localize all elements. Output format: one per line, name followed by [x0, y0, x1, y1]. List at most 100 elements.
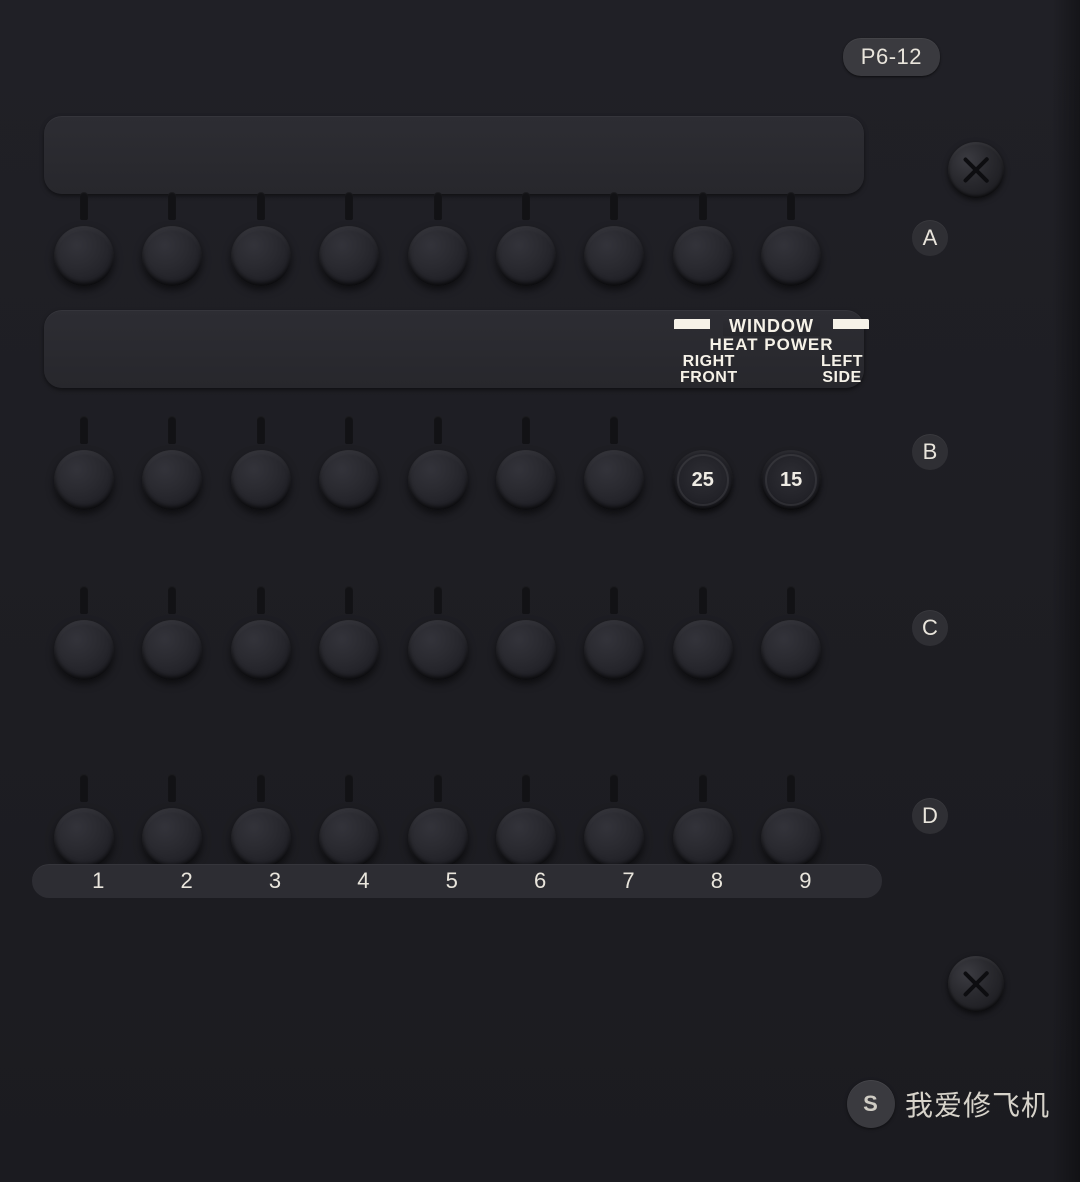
watermark-text: 我爱修飞机 — [905, 1084, 1050, 1124]
breaker-stem — [522, 416, 530, 444]
breaker-cap — [142, 620, 202, 680]
bracket-icon — [674, 316, 869, 330]
breaker-stem — [699, 586, 707, 614]
col-number-3: 3 — [231, 868, 319, 894]
breaker-cap — [319, 620, 379, 680]
screw-top-right — [948, 142, 1004, 198]
breaker-cap — [54, 226, 114, 286]
row-C-knobs — [44, 580, 864, 680]
breaker-stem — [434, 192, 442, 220]
breaker-stem — [257, 192, 265, 220]
breaker-stem — [610, 416, 618, 444]
row-B-knobs: 25 15 — [44, 410, 864, 510]
breaker-panel: P6-12 A WINDOW HEAT POWER RIGHT — [0, 0, 1080, 1182]
breaker-stem — [522, 586, 530, 614]
breaker-B-5[interactable] — [408, 410, 468, 510]
breaker-stem — [80, 586, 88, 614]
breaker-A-4[interactable] — [319, 186, 379, 286]
breaker-cap — [408, 450, 468, 510]
breaker-C-1[interactable] — [54, 580, 114, 680]
col-number-4: 4 — [319, 868, 407, 894]
breaker-D-6[interactable] — [496, 768, 556, 868]
col-number-5: 5 — [408, 868, 496, 894]
column-number-bar: 123456789 — [32, 864, 882, 898]
breaker-A-1[interactable] — [54, 186, 114, 286]
breaker-cap — [496, 620, 556, 680]
breaker-A-8[interactable] — [673, 186, 733, 286]
col-number-1: 1 — [54, 868, 142, 894]
breaker-stem — [699, 774, 707, 802]
breaker-D-3[interactable] — [231, 768, 291, 868]
breaker-C-9[interactable] — [761, 580, 821, 680]
breaker-B-1[interactable] — [54, 410, 114, 510]
breaker-D-4[interactable] — [319, 768, 379, 868]
col-number-2: 2 — [142, 868, 230, 894]
breaker-cap — [496, 226, 556, 286]
breaker-cap — [761, 226, 821, 286]
breaker-B-4[interactable] — [319, 410, 379, 510]
breaker-cap — [231, 226, 291, 286]
breaker-cap — [584, 808, 644, 868]
breaker-C-3[interactable] — [231, 580, 291, 680]
col-number-8: 8 — [673, 868, 761, 894]
fuse-value: 25 — [673, 450, 733, 510]
breaker-B-9[interactable]: 15 — [761, 410, 821, 510]
breaker-A-2[interactable] — [142, 186, 202, 286]
watermark-icon: S — [847, 1080, 895, 1128]
breaker-stem — [345, 416, 353, 444]
breaker-C-8[interactable] — [673, 580, 733, 680]
breaker-cap — [673, 226, 733, 286]
breaker-B-3[interactable] — [231, 410, 291, 510]
breaker-cap — [319, 226, 379, 286]
breaker-B-8[interactable]: 25 — [673, 410, 733, 510]
breaker-stem — [522, 774, 530, 802]
breaker-A-3[interactable] — [231, 186, 291, 286]
breaker-B-2[interactable] — [142, 410, 202, 510]
breaker-cap — [408, 620, 468, 680]
breaker-C-4[interactable] — [319, 580, 379, 680]
breaker-stem — [345, 192, 353, 220]
breaker-C-2[interactable] — [142, 580, 202, 680]
edge-shadow — [1052, 0, 1080, 1182]
breaker-B-7[interactable] — [584, 410, 644, 510]
breaker-D-8[interactable] — [673, 768, 733, 868]
breaker-stem — [80, 774, 88, 802]
breaker-A-7[interactable] — [584, 186, 644, 286]
breaker-stem — [257, 774, 265, 802]
breaker-A-6[interactable] — [496, 186, 556, 286]
breaker-grid: A WINDOW HEAT POWER RIGHT FRONT — [44, 116, 864, 868]
breaker-C-5[interactable] — [408, 580, 468, 680]
breaker-D-5[interactable] — [408, 768, 468, 868]
window-heat-col-1: RIGHT FRONT — [680, 354, 738, 386]
breaker-A-9[interactable] — [761, 186, 821, 286]
breaker-stem — [80, 192, 88, 220]
row-D-letter: D — [912, 798, 948, 834]
breaker-A-5[interactable] — [408, 186, 468, 286]
breaker-cap — [54, 450, 114, 510]
breaker-D-9[interactable] — [761, 768, 821, 868]
breaker-D-7[interactable] — [584, 768, 644, 868]
breaker-D-1[interactable] — [54, 768, 114, 868]
breaker-stem — [787, 774, 795, 802]
breaker-B-6[interactable] — [496, 410, 556, 510]
col-number-6: 6 — [496, 868, 584, 894]
breaker-cap — [408, 808, 468, 868]
watermark: S 我爱修飞机 — [847, 1080, 1050, 1128]
breaker-stem — [80, 416, 88, 444]
breaker-cap — [231, 620, 291, 680]
breaker-D-2[interactable] — [142, 768, 202, 868]
breaker-stem — [434, 416, 442, 444]
breaker-stem — [434, 774, 442, 802]
row-A-knobs — [44, 186, 864, 286]
fuse-value: 15 — [761, 450, 821, 510]
breaker-stem — [345, 774, 353, 802]
row-C: C — [44, 540, 864, 680]
breaker-stem — [168, 774, 176, 802]
breaker-stem — [345, 586, 353, 614]
row-A-letter: A — [912, 220, 948, 256]
breaker-cap — [584, 620, 644, 680]
breaker-C-7[interactable] — [584, 580, 644, 680]
breaker-C-6[interactable] — [496, 580, 556, 680]
breaker-stem — [610, 774, 618, 802]
breaker-stem — [610, 192, 618, 220]
